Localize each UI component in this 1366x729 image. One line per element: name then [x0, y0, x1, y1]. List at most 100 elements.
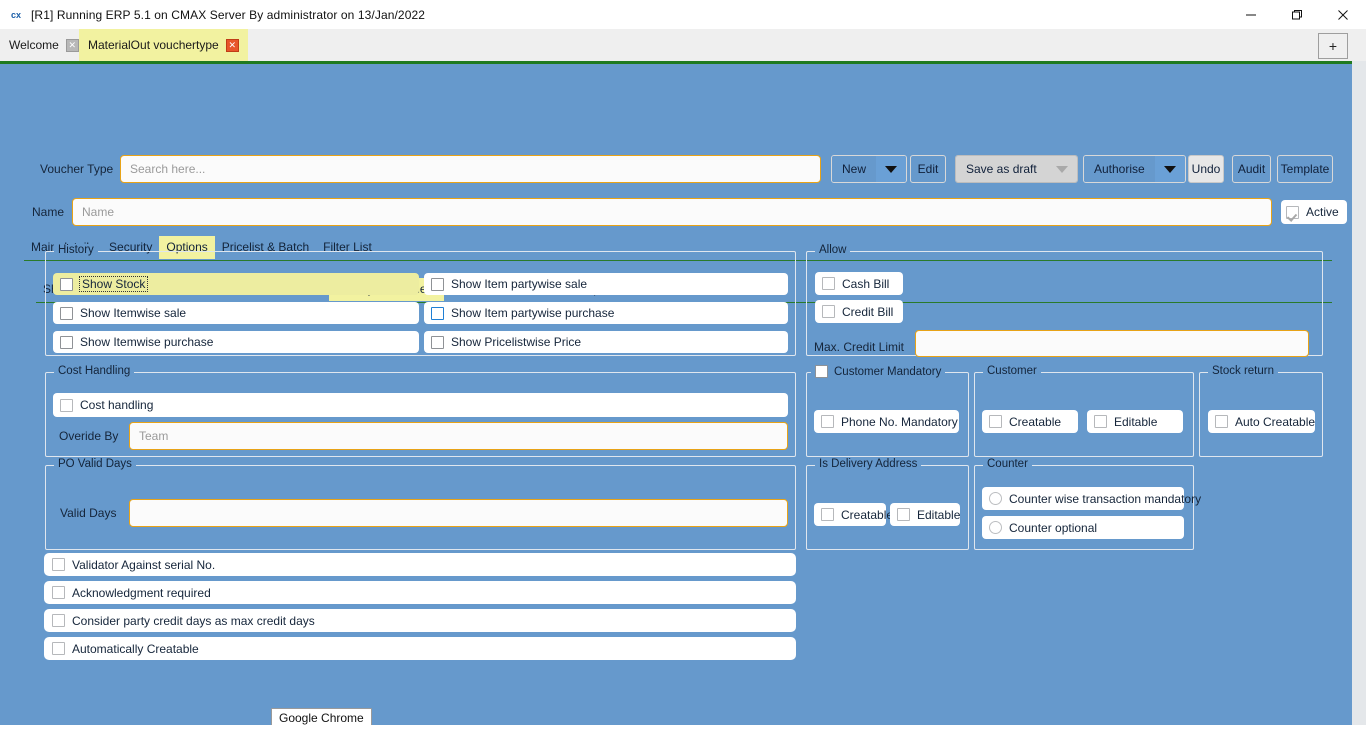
- window-controls: [1228, 0, 1366, 29]
- delivery-creatable-checkbox-icon[interactable]: [821, 508, 834, 521]
- delivery-editable-checkbox-icon[interactable]: [897, 508, 910, 521]
- max-credit-limit-label: Max. Credit Limit: [814, 340, 905, 354]
- new-dropdown-icon[interactable]: [876, 156, 907, 182]
- auto-creatable-checkbox-icon[interactable]: [1215, 415, 1228, 428]
- show-item-partywise-purchase-label: Show Item partywise purchase: [451, 306, 615, 320]
- active-checkbox-icon[interactable]: [1286, 205, 1299, 219]
- save-as-draft-dropdown-icon[interactable]: [1046, 156, 1077, 182]
- valid-days-input[interactable]: [129, 499, 788, 527]
- checkbox-row-automatically-creatable[interactable]: Automatically Creatable: [44, 637, 796, 660]
- tab-materialout-vouchertype-close-icon[interactable]: ✕: [225, 38, 239, 52]
- window-titlebar: cx [R1] Running ERP 5.1 on CMAX Server B…: [0, 0, 1366, 29]
- new-split-button[interactable]: New: [831, 155, 908, 183]
- counter-wise-transaction-mandatory-radio-icon[interactable]: [989, 492, 1002, 505]
- automatically-creatable-checkbox-icon[interactable]: [52, 642, 65, 655]
- show-itemwise-purchase-checkbox-icon[interactable]: [60, 335, 73, 349]
- validator-against-serial-no-checkbox-icon[interactable]: [52, 558, 65, 571]
- overide-by-label: Overide By: [59, 429, 119, 443]
- show-pricelistwise-price-label: Show Pricelistwise Price: [451, 335, 582, 349]
- checkbox-row-credit-bill[interactable]: Credit Bill: [815, 300, 903, 323]
- show-item-partywise-sale-checkbox-icon[interactable]: [431, 277, 444, 291]
- checkbox-row-show-pricelistwise-price[interactable]: Show Pricelistwise Price: [424, 331, 788, 353]
- voucher-type-input[interactable]: Search here...: [120, 155, 821, 183]
- show-item-partywise-sale-label: Show Item partywise sale: [451, 277, 588, 291]
- checkbox-row-cash-bill[interactable]: Cash Bill: [815, 272, 903, 295]
- customer-editable-checkbox-icon[interactable]: [1094, 415, 1107, 428]
- checkbox-row-acknowledgment-required[interactable]: Acknowledgment required: [44, 581, 796, 604]
- authorise-button-label: Authorise: [1084, 156, 1155, 182]
- right-gutter: [1352, 61, 1366, 729]
- consider-party-credit-days-checkbox-icon[interactable]: [52, 614, 65, 627]
- window-title: [R1] Running ERP 5.1 on CMAX Server By a…: [31, 7, 426, 22]
- credit-bill-checkbox-icon[interactable]: [822, 305, 835, 318]
- active-checkbox-row[interactable]: Active: [1281, 200, 1347, 224]
- maximize-icon[interactable]: [1274, 0, 1320, 29]
- customer-mandatory-checkbox-icon[interactable]: [815, 365, 828, 378]
- customer-creatable-checkbox-icon[interactable]: [989, 415, 1002, 428]
- checkbox-row-phone-no-mandatory[interactable]: Phone No. Mandatory: [814, 410, 959, 433]
- app-content-area: Voucher Type Search here... New Edit Sav…: [0, 64, 1352, 729]
- voucher-type-label: Voucher Type: [40, 162, 114, 176]
- checkbox-row-customer-creatable[interactable]: Creatable: [982, 410, 1078, 433]
- show-stock-label: Show Stock: [79, 276, 149, 292]
- cash-bill-checkbox-icon[interactable]: [822, 277, 835, 290]
- show-item-partywise-purchase-checkbox-icon[interactable]: [431, 306, 444, 320]
- cost-handling-label: Cost handling: [80, 398, 154, 412]
- phone-no-mandatory-label: Phone No. Mandatory: [841, 414, 958, 429]
- name-input[interactable]: Name: [72, 198, 1272, 226]
- auto-creatable-label: Auto Creatable: [1235, 414, 1316, 429]
- checkbox-row-show-stock[interactable]: Show Stock: [53, 273, 419, 295]
- customer-creatable-label: Creatable: [1009, 414, 1062, 429]
- checkbox-row-customer-editable[interactable]: Editable: [1087, 410, 1183, 433]
- tab-welcome[interactable]: Welcome ✕: [0, 29, 88, 61]
- checkbox-row-cost-handling[interactable]: Cost handling: [53, 393, 788, 417]
- checkbox-row-auto-creatable[interactable]: Auto Creatable: [1208, 410, 1315, 433]
- counter-groupbox-title: Counter: [983, 458, 1032, 470]
- counter-optional-radio-icon[interactable]: [989, 521, 1002, 534]
- checkbox-row-validator-against-serial-no[interactable]: Validator Against serial No.: [44, 553, 796, 576]
- stock-return-groupbox-title: Stock return: [1208, 365, 1278, 377]
- save-as-draft-label: Save as draft: [956, 156, 1047, 182]
- delivery-creatable-label: Creatable: [841, 507, 894, 522]
- checkbox-row-show-item-partywise-sale[interactable]: Show Item partywise sale: [424, 273, 788, 295]
- phone-no-mandatory-checkbox-icon[interactable]: [821, 415, 834, 428]
- authorise-split-button[interactable]: Authorise: [1083, 155, 1186, 183]
- show-itemwise-sale-label: Show Itemwise sale: [80, 306, 187, 320]
- cash-bill-label: Cash Bill: [842, 276, 890, 291]
- radio-row-counter-optional[interactable]: Counter optional: [982, 516, 1184, 539]
- tab-welcome-close-icon[interactable]: ✕: [65, 38, 79, 52]
- new-tab-button[interactable]: +: [1318, 33, 1348, 59]
- acknowledgment-required-checkbox-icon[interactable]: [52, 586, 65, 599]
- credit-bill-label: Credit Bill: [842, 304, 894, 319]
- app-icon: cx: [10, 9, 21, 20]
- checkbox-row-delivery-editable[interactable]: Editable: [890, 503, 960, 526]
- template-button[interactable]: Template: [1277, 155, 1333, 183]
- bottom-edge-strip: [0, 725, 1366, 729]
- show-stock-checkbox-icon[interactable]: [60, 277, 73, 291]
- radio-row-counter-wise-transaction-mandatory[interactable]: Counter wise transaction mandatory: [982, 487, 1201, 510]
- tab-materialout-vouchertype[interactable]: MaterialOut vouchertype ✕: [79, 29, 248, 61]
- undo-button[interactable]: Undo: [1188, 155, 1224, 183]
- overide-by-input[interactable]: Team: [129, 422, 788, 450]
- checkbox-row-consider-party-credit-days[interactable]: Consider party credit days as max credit…: [44, 609, 796, 632]
- authorise-dropdown-icon[interactable]: [1154, 156, 1185, 182]
- minimize-icon[interactable]: [1228, 0, 1274, 29]
- checkbox-row-show-itemwise-purchase[interactable]: Show Itemwise purchase: [53, 331, 419, 353]
- tab-welcome-label: Welcome: [9, 38, 59, 52]
- show-itemwise-sale-checkbox-icon[interactable]: [60, 306, 73, 320]
- save-as-draft-split-button[interactable]: Save as draft: [955, 155, 1078, 183]
- cost-handling-checkbox-icon[interactable]: [60, 398, 73, 412]
- show-pricelistwise-price-checkbox-icon[interactable]: [431, 335, 444, 349]
- is-delivery-address-groupbox-title: Is Delivery Address: [815, 458, 922, 470]
- checkbox-row-delivery-creatable[interactable]: Creatable: [814, 503, 893, 526]
- tab-materialout-vouchertype-label: MaterialOut vouchertype: [88, 38, 219, 52]
- checkbox-row-show-item-partywise-purchase[interactable]: Show Item partywise purchase: [424, 302, 788, 324]
- automatically-creatable-label: Automatically Creatable: [72, 641, 199, 656]
- customer-mandatory-groupbox-title: Customer Mandatory: [811, 365, 946, 378]
- max-credit-limit-input[interactable]: [915, 330, 1309, 357]
- close-icon[interactable]: [1320, 0, 1366, 29]
- edit-button[interactable]: Edit: [910, 155, 946, 183]
- checkbox-row-show-itemwise-sale[interactable]: Show Itemwise sale: [53, 302, 419, 324]
- audit-button[interactable]: Audit: [1232, 155, 1271, 183]
- new-button-label: New: [832, 156, 877, 182]
